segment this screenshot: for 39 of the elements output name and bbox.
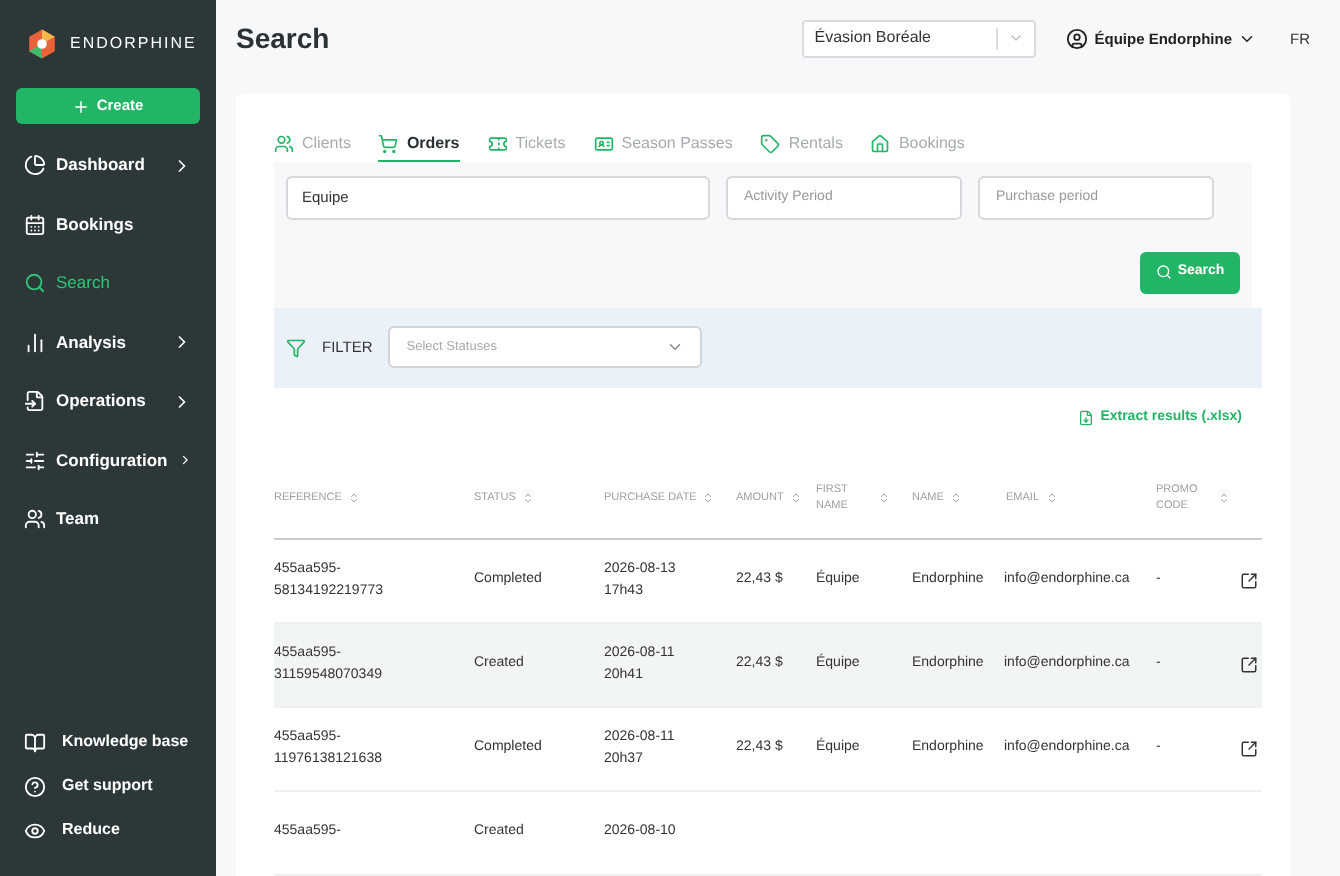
pie-chart-icon [24,154,46,177]
user-icon [1066,27,1089,50]
users-icon [24,508,46,531]
sidebar-item[interactable]: Search [16,254,200,313]
open-link-icon[interactable] [1240,572,1258,590]
sidebar-footer-item[interactable]: Get support [16,764,200,808]
book-icon [24,731,46,753]
logo-icon [26,28,58,60]
tag-icon [760,134,781,154]
bar-chart-icon [24,331,46,354]
sidebar-item[interactable]: Analysis [16,313,200,372]
house-icon [870,134,891,154]
organization-select[interactable]: Évasion Boréale [802,19,1037,58]
sidebar-item[interactable]: Operations [16,372,200,431]
page-title: Search [236,19,332,58]
plus-icon [72,97,91,115]
ticket-icon [487,134,508,154]
search-icon [1155,264,1172,280]
file-download-icon [1078,409,1095,426]
users-icon [274,134,294,154]
sliders-icon [24,449,46,472]
file-icon [24,390,46,413]
cart-icon [378,134,399,154]
logo-text: ENDORPHINE [70,32,197,56]
calendar-icon [24,213,46,236]
sidebar-footer-item[interactable]: Reduce [16,808,200,852]
sidebar-footer-item[interactable]: Knowledge base [16,720,200,764]
chevron-icon [666,338,685,356]
sidebar-item[interactable]: Dashboard [16,136,200,195]
filter-icon [286,337,306,357]
sidebar-item[interactable]: Configuration [16,431,200,490]
search-icon [24,272,46,295]
help-icon [24,775,46,797]
card-icon [593,134,614,154]
open-link-icon[interactable] [1240,656,1258,674]
eye-icon [24,819,46,841]
open-link-icon[interactable] [1240,740,1258,758]
sidebar-item[interactable]: Team [16,490,200,549]
sidebar-item[interactable]: Bookings [16,195,200,254]
